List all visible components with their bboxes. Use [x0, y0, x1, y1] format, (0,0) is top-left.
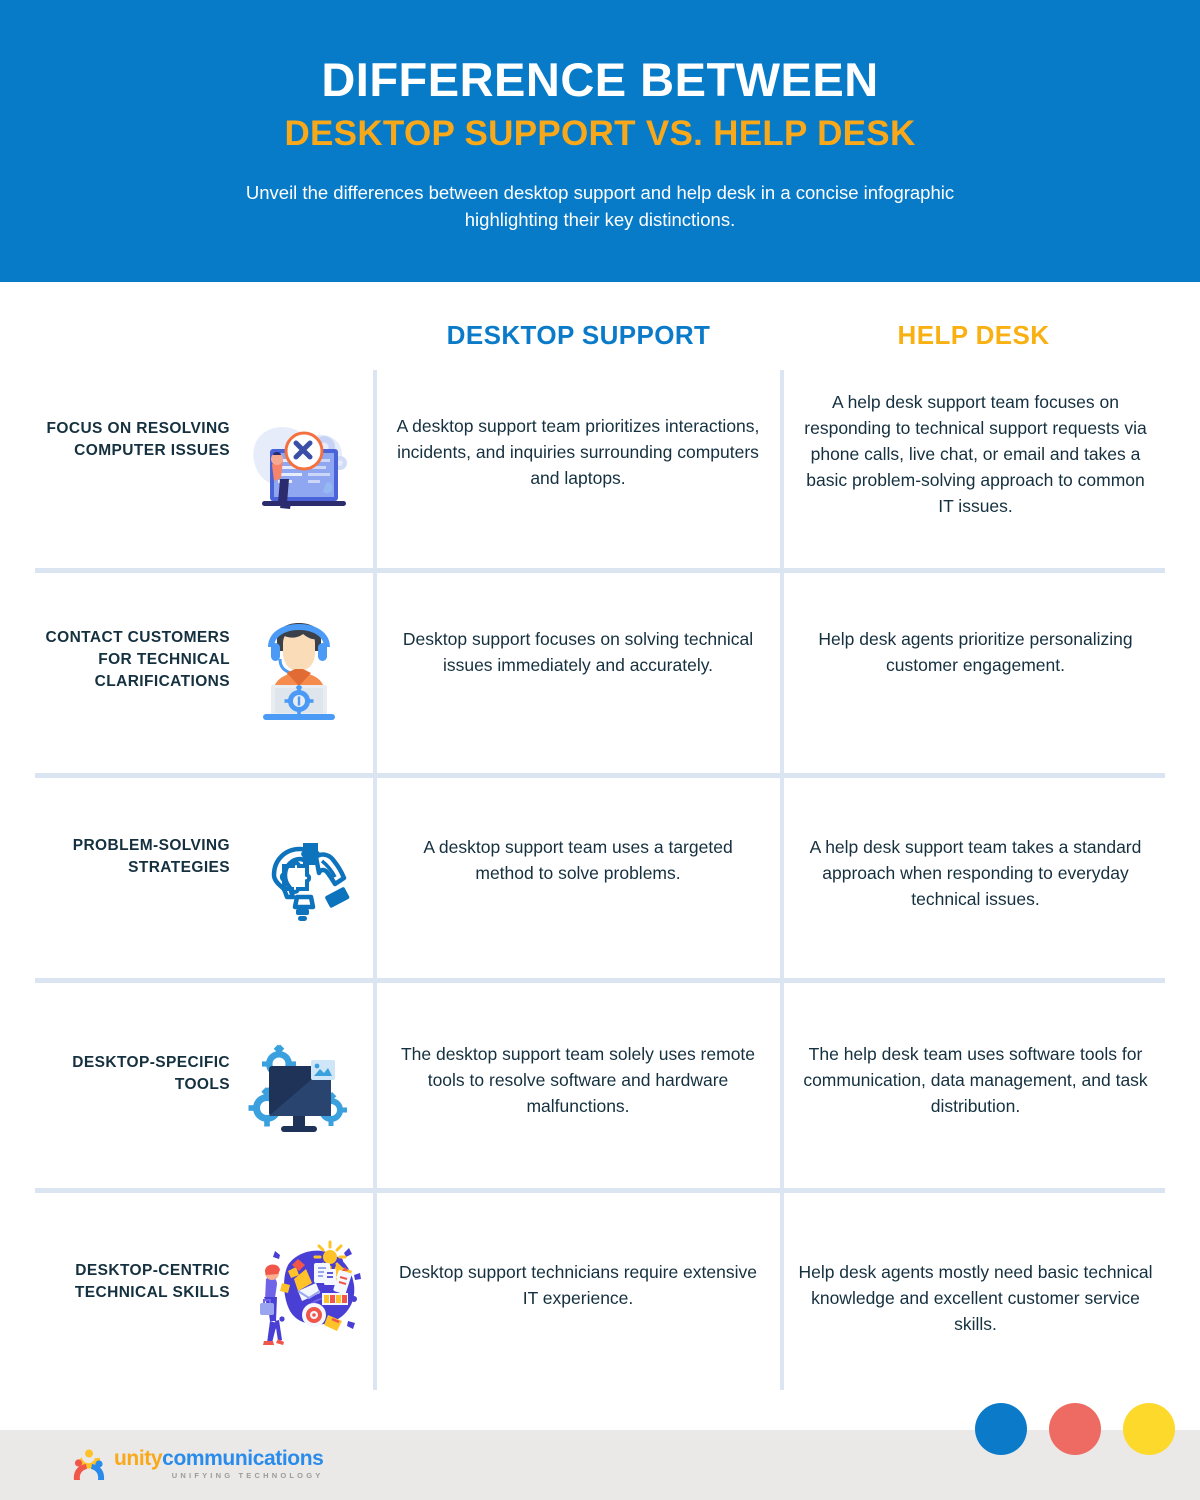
infographic-page: DIFFERENCE BETWEEN DESKTOP SUPPORT VS. H… — [0, 0, 1200, 1500]
header-description: Unveil the differences between desktop s… — [245, 181, 955, 230]
comparison-table: FOCUS ON RESOLVING COMPUTER ISSUES A des… — [0, 370, 1200, 1390]
page-subtitle: DESKTOP SUPPORT VS. HELP DESK — [284, 114, 916, 154]
table-row: DESKTOP-SPECIFIC TOOLS The desktop suppo… — [0, 980, 1200, 1193]
monitor-gears-icon — [235, 1022, 363, 1162]
row-help-desk-text: Help desk agents mostly need basic techn… — [798, 1262, 1153, 1334]
row-help-desk-text: The help desk team uses software tools f… — [803, 1044, 1148, 1116]
person-skills-collage-icon — [235, 1228, 363, 1368]
logo-communications-text: communications — [162, 1447, 324, 1471]
dot-red — [1049, 1403, 1101, 1455]
row-desktop-support-text: The desktop support team solely uses rem… — [400, 1044, 756, 1116]
row-label: PROBLEM-SOLVING STRATEGIES — [72, 837, 230, 876]
logo-tagline: UNIFYING TECHNOLOGY — [171, 1471, 324, 1481]
row-desktop-support-text: Desktop support focuses on solving techn… — [402, 629, 754, 675]
table-row: CONTACT CUSTOMERS FOR TECHNICAL CLARIFIC… — [0, 573, 1200, 778]
puzzle-lightbulb-hand-icon — [235, 813, 363, 943]
unity-people-logo-icon — [73, 1449, 105, 1480]
dot-yellow — [1123, 1403, 1175, 1455]
logo-unity-text: unity — [114, 1447, 163, 1471]
row-label: DESKTOP-CENTRIC TECHNICAL SKILLS — [74, 1262, 230, 1301]
laptop-repair-tools-icon — [235, 398, 363, 538]
row-label: FOCUS ON RESOLVING COMPUTER ISSUES — [46, 420, 230, 459]
brand-logo: unitycommunications UNIFYING TECHNOLOGY — [72, 1447, 324, 1481]
table-row: PROBLEM-SOLVING STRATEGIES A desktop sup… — [0, 775, 1200, 983]
headset-agent-laptop-icon — [235, 603, 363, 743]
row-help-desk-text: A help desk support team takes a standar… — [809, 837, 1142, 909]
page-title: DIFFERENCE BETWEEN — [321, 52, 879, 106]
table-row: FOCUS ON RESOLVING COMPUTER ISSUES A des… — [0, 370, 1200, 573]
row-desktop-support-text: Desktop support technicians require exte… — [399, 1262, 757, 1308]
column-headers: DESKTOP SUPPORT HELP DESK — [0, 320, 1200, 366]
decorative-dots — [975, 1403, 1175, 1455]
header-banner: DIFFERENCE BETWEEN DESKTOP SUPPORT VS. H… — [0, 0, 1200, 282]
row-desktop-support-text: A desktop support team prioritizes inter… — [396, 416, 760, 488]
row-label: CONTACT CUSTOMERS FOR TECHNICAL CLARIFIC… — [45, 629, 230, 690]
row-help-desk-text: Help desk agents prioritize personalizin… — [818, 629, 1133, 675]
column-header-desktop-support: DESKTOP SUPPORT — [446, 320, 711, 350]
row-label: DESKTOP-SPECIFIC TOOLS — [72, 1054, 230, 1093]
row-help-desk-text: A help desk support team focuses on resp… — [804, 392, 1147, 516]
row-desktop-support-text: A desktop support team uses a targeted m… — [423, 837, 733, 883]
dot-blue — [975, 1403, 1027, 1455]
column-header-help-desk: HELP DESK — [897, 320, 1050, 350]
table-row: DESKTOP-CENTRIC TECHNICAL SKILLS Desktop… — [0, 1190, 1200, 1390]
